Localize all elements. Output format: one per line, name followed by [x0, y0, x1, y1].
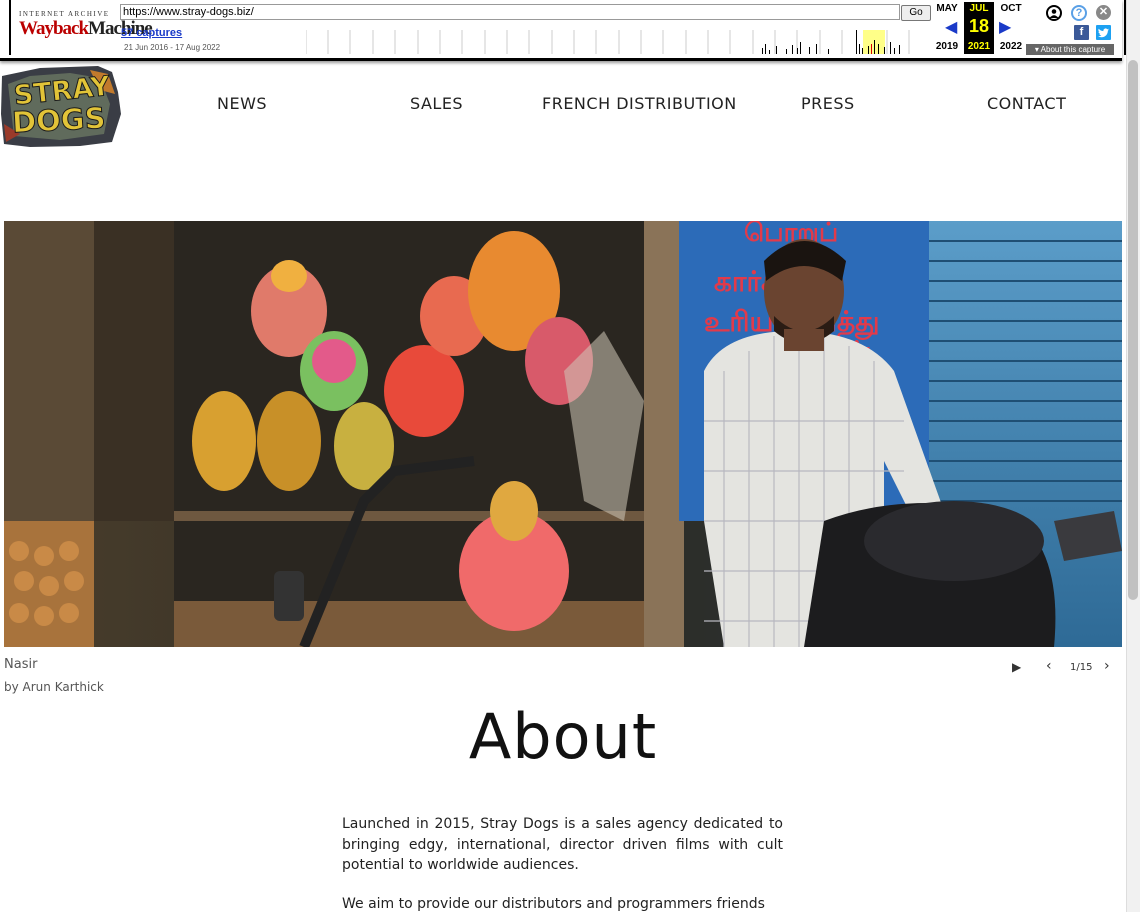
- facebook-icon[interactable]: f: [1074, 25, 1089, 40]
- nav-press[interactable]: PRESS: [801, 94, 855, 113]
- slideshow-image[interactable]: பொறுப் கார்க்கு உரிய னைத்து ள்: [4, 221, 1122, 647]
- slideshow-byline: by Arun Karthick: [4, 680, 104, 694]
- wayback-next-month[interactable]: OCT: [994, 3, 1028, 14]
- play-icon[interactable]: ▶: [1012, 660, 1021, 674]
- about-this-capture-label: About this capture: [1040, 45, 1106, 54]
- page-scrollbar-thumb[interactable]: [1128, 60, 1138, 600]
- about-this-capture-button[interactable]: ▾ About this capture: [1026, 44, 1114, 55]
- slideshow-title: Nasir: [4, 657, 38, 672]
- wayback-logo-part-a: Wayback: [19, 18, 89, 39]
- help-icon[interactable]: ?: [1071, 5, 1087, 21]
- wayback-captures-link[interactable]: 57 captures: [121, 27, 182, 39]
- wayback-url-input[interactable]: https://www.stray-dogs.biz/: [120, 4, 900, 20]
- wayback-next-arrow-icon[interactable]: ▶: [999, 17, 1011, 36]
- wayback-current-month: JUL: [969, 3, 989, 14]
- wayback-prev-month[interactable]: MAY: [930, 3, 964, 14]
- main-nav: NEWS SALES FRENCH DISTRIBUTION PRESS CON…: [0, 94, 1120, 118]
- next-slide-icon[interactable]: ›: [1104, 658, 1110, 674]
- user-account-icon[interactable]: [1046, 5, 1062, 21]
- wayback-logo-caption: INTERNET ARCHIVE: [19, 10, 110, 18]
- wayback-toolbar: INTERNET ARCHIVE WaybackMachine https://…: [0, 0, 1126, 61]
- twitter-icon[interactable]: [1096, 25, 1111, 40]
- wayback-prev-arrow-icon[interactable]: ◀: [945, 17, 957, 36]
- nav-french-distribution[interactable]: FRENCH DISTRIBUTION: [542, 94, 737, 113]
- wayback-current-year: 2021: [967, 41, 991, 52]
- hero-photo: பொறுப் கார்க்கு உரிய னைத்து ள்: [4, 221, 1122, 647]
- about-heading: About: [468, 700, 658, 773]
- about-paragraph-1: Launched in 2015, Stray Dogs is a sales …: [342, 816, 783, 873]
- wayback-prev-year[interactable]: 2019: [930, 41, 964, 52]
- wayback-next-year[interactable]: 2022: [994, 41, 1028, 52]
- wayback-capture-range: 21 Jun 2016 - 17 Aug 2022: [124, 43, 221, 52]
- close-icon[interactable]: ✕: [1096, 5, 1111, 20]
- nav-contact[interactable]: CONTACT: [987, 94, 1066, 113]
- wayback-current-day: 18: [968, 16, 990, 36]
- wayback-sparkline[interactable]: [306, 30, 931, 54]
- prev-slide-icon[interactable]: ‹: [1046, 658, 1052, 674]
- about-paragraph-2: We aim to provide our distributors and p…: [342, 896, 765, 912]
- slide-counter: 1/15: [1070, 662, 1093, 673]
- nav-sales[interactable]: SALES: [410, 94, 463, 113]
- nav-news[interactable]: NEWS: [217, 94, 267, 113]
- wayback-go-button[interactable]: Go: [901, 5, 931, 21]
